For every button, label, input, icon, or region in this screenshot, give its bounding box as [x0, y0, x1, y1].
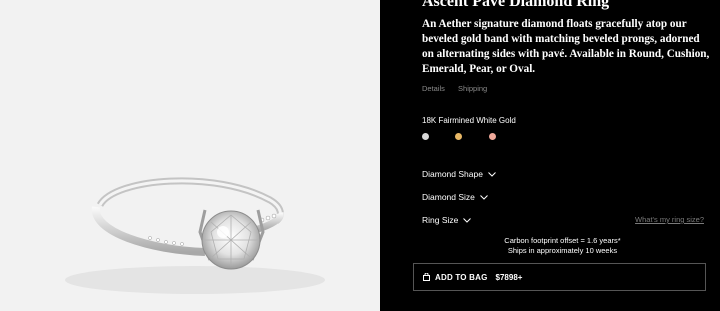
diamond-shape-dropdown[interactable]: Diamond Shape	[422, 169, 496, 179]
ring-size-dropdown[interactable]: Ring Size	[422, 215, 472, 225]
diamond-size-dropdown[interactable]: Diamond Size	[422, 192, 488, 202]
swatch-white-gold[interactable]	[422, 133, 429, 140]
bag-icon	[423, 273, 430, 281]
info-tabs: Details Shipping	[422, 84, 498, 93]
tab-shipping[interactable]: Shipping	[458, 84, 487, 93]
diamond-shape-label: Diamond Shape	[422, 169, 483, 179]
price-label: $7898+	[495, 272, 523, 282]
chevron-down-icon	[480, 194, 488, 200]
product-description: An Aether signature diamond floats grace…	[422, 18, 710, 75]
tab-details[interactable]: Details	[422, 84, 445, 93]
chevron-down-icon	[463, 217, 472, 223]
metal-selected-label: 18K Fairmined White Gold	[422, 116, 516, 125]
ring-size-guide-link[interactable]: What's my ring size?	[635, 215, 704, 224]
ring-size-label: Ring Size	[422, 215, 459, 225]
product-title: Ascent Pavé Diamond Ring	[422, 0, 610, 10]
add-to-bag-button[interactable]: ADD TO BAG $7898+	[413, 263, 706, 291]
product-image-panel	[0, 0, 380, 311]
ring-product-image	[65, 177, 325, 294]
chevron-down-icon	[488, 171, 496, 177]
swatch-rose-gold[interactable]	[489, 133, 496, 140]
product-info-panel: Ascent Pavé Diamond Ring An Aether signa…	[380, 0, 720, 311]
add-to-bag-label: ADD TO BAG	[435, 272, 488, 282]
swatch-yellow-gold[interactable]	[455, 133, 462, 140]
carbon-footprint-text: Carbon footprint offset = 1.6 years*	[504, 236, 621, 245]
shipping-estimate-text: Ships in approximately 10 weeks	[507, 246, 618, 255]
diamond-size-label: Diamond Size	[422, 192, 475, 202]
